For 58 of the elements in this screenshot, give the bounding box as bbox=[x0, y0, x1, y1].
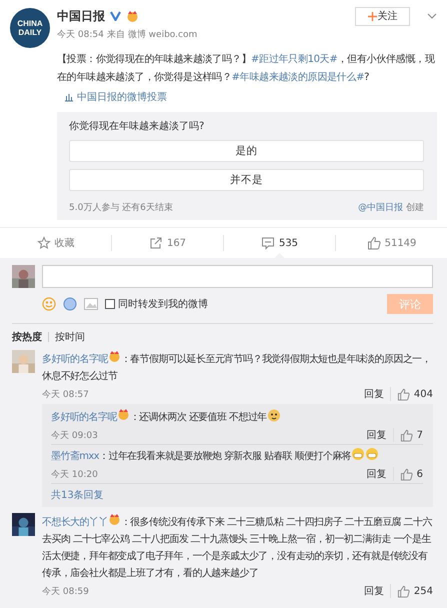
source-link[interactable]: 微博 weibo.com bbox=[128, 28, 198, 41]
topic-link[interactable]: #年味越来越淡的原因是什么# bbox=[232, 72, 364, 83]
commenter-link[interactable]: 墨竹斋mxx bbox=[51, 451, 99, 462]
comment-input[interactable] bbox=[42, 265, 433, 288]
reply-button[interactable]: 回复 bbox=[364, 584, 391, 598]
channel-logo: CHINA DAILY bbox=[10, 8, 50, 48]
poll-option[interactable]: 是的 bbox=[69, 140, 424, 162]
reply-button[interactable]: 回复 bbox=[366, 428, 394, 442]
thumbs-up-icon bbox=[400, 468, 413, 480]
poll-creator: @中国日报 创建 bbox=[358, 202, 424, 214]
poll-stats: 5.0万人参与 还有6天结束 bbox=[69, 202, 173, 214]
commenter-link[interactable]: 不想长大的丫丫 bbox=[42, 517, 108, 528]
topic-link[interactable]: #距过年只剩10天# bbox=[251, 54, 338, 65]
repost-label: 同时转发到我的微博 bbox=[118, 298, 208, 311]
smiley-icon[interactable] bbox=[42, 297, 56, 311]
poll-option[interactable]: 并不是 bbox=[69, 169, 424, 191]
commenter-link[interactable]: 多好听的名字呢 bbox=[51, 412, 117, 423]
comment-text: 不想长大的丫丫 ：很多传统没有传承下来 二十三糖瓜粘 二十四扫房子 二十五磨豆腐 二十六去买肉 二十七宰公鸡 二十八把面发 二十九蒸馒头 三十晚上熬一宿，初一初二满街走 一个是生活太便捷，拜年都变成了电子拜年，一个是亲戚太少了，没有走动的亲切，还有就是传统没有传承，庙会社火都是上班了才有，看的人越来越少了 bbox=[42, 513, 433, 582]
reply-button[interactable]: 回复 bbox=[364, 387, 391, 401]
author-name[interactable]: 中国日报 bbox=[57, 8, 105, 24]
thumbs-up-icon bbox=[400, 428, 413, 442]
like-count: 6 bbox=[416, 468, 423, 480]
comment-text: 多好听的名字呢 ：春节假期可以延长至元宵节吗？我觉得假期太短也是年味淡的原因之一，休息不好怎么过节 bbox=[42, 350, 433, 385]
comment-time: 今天 08:59 bbox=[42, 586, 89, 598]
vote-link[interactable]: 中国日报的微博投票 bbox=[64, 90, 167, 104]
like-count: 404 bbox=[414, 388, 433, 400]
comment-button[interactable]: 535 bbox=[260, 235, 298, 251]
comment-icon bbox=[260, 236, 275, 250]
chart-icon bbox=[64, 92, 74, 102]
image-icon[interactable] bbox=[84, 298, 98, 310]
like-button[interactable]: 51149 bbox=[366, 235, 416, 251]
repost-button[interactable]: 167 bbox=[148, 235, 186, 251]
favorite-button[interactable]: 收藏 bbox=[36, 235, 74, 251]
like-count: 7 bbox=[416, 430, 423, 440]
comment-time: 今天 08:57 bbox=[42, 388, 89, 400]
sort-tab[interactable]: 按热度 bbox=[12, 330, 42, 344]
share-icon bbox=[148, 236, 163, 250]
follow-button[interactable]: 关注 bbox=[355, 6, 410, 26]
thumbs-up-icon bbox=[396, 388, 410, 400]
comment-time: 今天 10:20 bbox=[51, 468, 98, 480]
source-label: 来自 bbox=[106, 28, 125, 41]
chevron-down-icon[interactable] bbox=[427, 12, 437, 20]
sort-tab[interactable]: 按时间 bbox=[55, 330, 85, 344]
comment-text: 多好听的名字呢 ：还调休两次 还要值班 不想过年 bbox=[51, 408, 423, 426]
commenter-link[interactable]: 多好听的名字呢 bbox=[42, 354, 108, 365]
like-count: 254 bbox=[414, 586, 433, 596]
post-text: 【投票：你觉得现在的年味越来越淡了吗？】#距过年只剩10天#，但有小伙伴感慨，现在的年味越来越淡了，你觉得是这样吗？#年味越来越淡的原因是什么#? bbox=[57, 52, 436, 85]
plus-icon bbox=[368, 12, 376, 20]
repost-checkbox[interactable] bbox=[105, 299, 115, 309]
reply-button[interactable]: 回复 bbox=[366, 467, 394, 481]
more-replies-link[interactable]: 共13条回复 bbox=[51, 483, 423, 503]
star-icon bbox=[36, 236, 50, 250]
thumbs-up-icon bbox=[396, 584, 410, 598]
comment-time: 今天 09:03 bbox=[51, 430, 98, 442]
post-time: 今天 08:54 bbox=[57, 28, 104, 41]
comment-text: 墨竹斋mxx：过年在我看来就是要放鞭炮 穿新衣服 贴春联 顺便打个麻将 bbox=[51, 447, 423, 465]
thumbs-up-icon bbox=[366, 236, 381, 250]
poll-question: 你觉得现在年味越来越淡了吗? bbox=[69, 120, 206, 133]
